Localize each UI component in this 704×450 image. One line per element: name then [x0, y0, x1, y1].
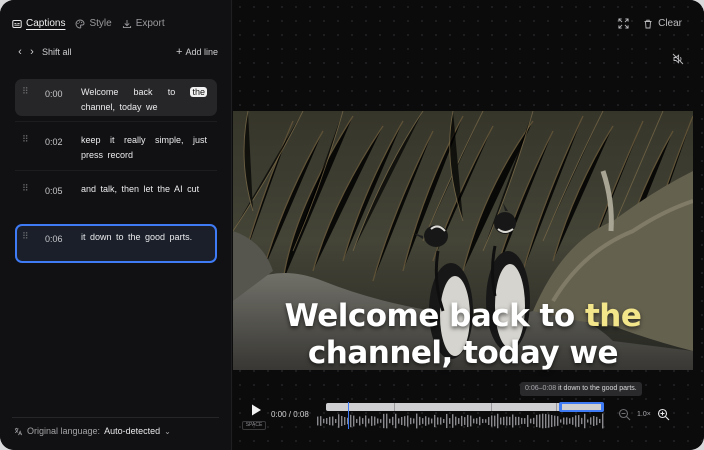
drag-handle-icon[interactable]: ⠿: [22, 232, 29, 243]
drag-handle-icon[interactable]: ⠿: [22, 184, 29, 195]
zoom-in-icon[interactable]: [657, 408, 670, 421]
tab-style[interactable]: Style: [75, 17, 112, 31]
language-label: Original language:: [27, 426, 101, 436]
plus-icon: +: [176, 45, 183, 58]
caption-overlay: Welcome back to the channel, today we: [233, 298, 693, 372]
timeline-track[interactable]: [326, 402, 604, 412]
zoom-controls: 1.0×: [618, 408, 670, 421]
divider: [15, 121, 217, 122]
tab-export[interactable]: Export: [122, 17, 165, 31]
caption-time: 0:00: [45, 89, 63, 99]
add-line-label: Add line: [185, 47, 218, 57]
language-selector[interactable]: Original language: Auto-detected ⌄: [14, 426, 171, 436]
tab-export-label: Export: [135, 18, 165, 29]
captions-icon: [12, 20, 22, 28]
segment-divider: [394, 403, 395, 411]
zoom-out-icon[interactable]: [618, 408, 631, 421]
mute-icon[interactable]: [672, 53, 684, 65]
highlighted-word: the: [190, 87, 207, 97]
tab-style-label: Style: [89, 18, 112, 29]
drag-handle-icon[interactable]: ⠿: [22, 87, 29, 98]
caption-text[interactable]: keep it really simple, just press record: [81, 133, 207, 163]
preview-toolbar: Clear: [618, 18, 682, 29]
caption-line[interactable]: ⠿ 0:05 and talk, then let the AI cut: [15, 176, 217, 218]
chevron-right-icon[interactable]: ›: [26, 44, 38, 60]
caption-line-selected[interactable]: ⠿ 0:06 it down to the good parts.: [15, 224, 217, 263]
caption-active-word: the: [584, 298, 642, 334]
caption-line[interactable]: ⠿ 0:02 keep it really simple, just press…: [15, 127, 217, 169]
chevron-down-icon: ⌄: [164, 426, 171, 436]
audio-waveform: [317, 413, 604, 429]
caption-text[interactable]: it down to the good parts.: [81, 230, 207, 245]
zoom-level: 1.0×: [637, 411, 651, 418]
add-line-button[interactable]: + Add line: [176, 45, 218, 58]
drag-handle-icon[interactable]: ⠿: [22, 135, 29, 146]
timecode: 0:00 / 0:08: [271, 410, 309, 419]
caption-overlay-line2: channel, today we: [307, 335, 619, 371]
caption-nav: ‹ › Shift all + Add line: [14, 44, 218, 60]
download-icon: [122, 20, 131, 29]
tab-captions[interactable]: Captions: [12, 17, 65, 31]
translate-icon: [14, 427, 23, 435]
selected-segment[interactable]: [559, 402, 604, 412]
segment-divider: [491, 403, 492, 411]
language-value[interactable]: Auto-detected: [104, 426, 160, 436]
tab-bar: Captions Style Export: [12, 16, 165, 32]
captions-panel: Captions Style Export ‹ › Shift all + Ad…: [0, 0, 232, 450]
caption-line[interactable]: ⠿ 0:00 Welcome back to the channel, toda…: [15, 79, 217, 116]
app-window: Captions Style Export ‹ › Shift all + Ad…: [0, 0, 704, 450]
divider: [12, 417, 219, 418]
clear-label: Clear: [658, 18, 682, 29]
caption-text[interactable]: Welcome back to the channel, today we: [81, 85, 207, 115]
tab-captions-label: Captions: [26, 18, 66, 29]
clear-button[interactable]: Clear: [643, 18, 682, 29]
divider: [15, 170, 217, 171]
caption-text[interactable]: and talk, then let the AI cut: [81, 182, 207, 197]
caption-overlay-line1: Welcome back to the: [284, 298, 642, 334]
trash-icon: [644, 19, 652, 28]
shift-all-button[interactable]: Shift all: [42, 47, 72, 57]
caption-time: 0:02: [45, 137, 63, 147]
chevron-left-icon[interactable]: ‹: [14, 44, 26, 60]
fullscreen-icon[interactable]: [618, 18, 629, 29]
caption-time: 0:06: [45, 234, 63, 244]
space-key-hint: SPACE: [242, 421, 266, 430]
play-icon[interactable]: [249, 403, 263, 417]
playhead[interactable]: [348, 402, 349, 429]
segment-divider: [556, 403, 557, 411]
preview-area: Clear Welcome back to the channel, today…: [233, 0, 704, 450]
segment-tooltip: 0:06–0:08 it down to the good parts.: [520, 382, 642, 396]
palette-icon: [76, 19, 85, 29]
caption-time: 0:05: [45, 186, 63, 196]
